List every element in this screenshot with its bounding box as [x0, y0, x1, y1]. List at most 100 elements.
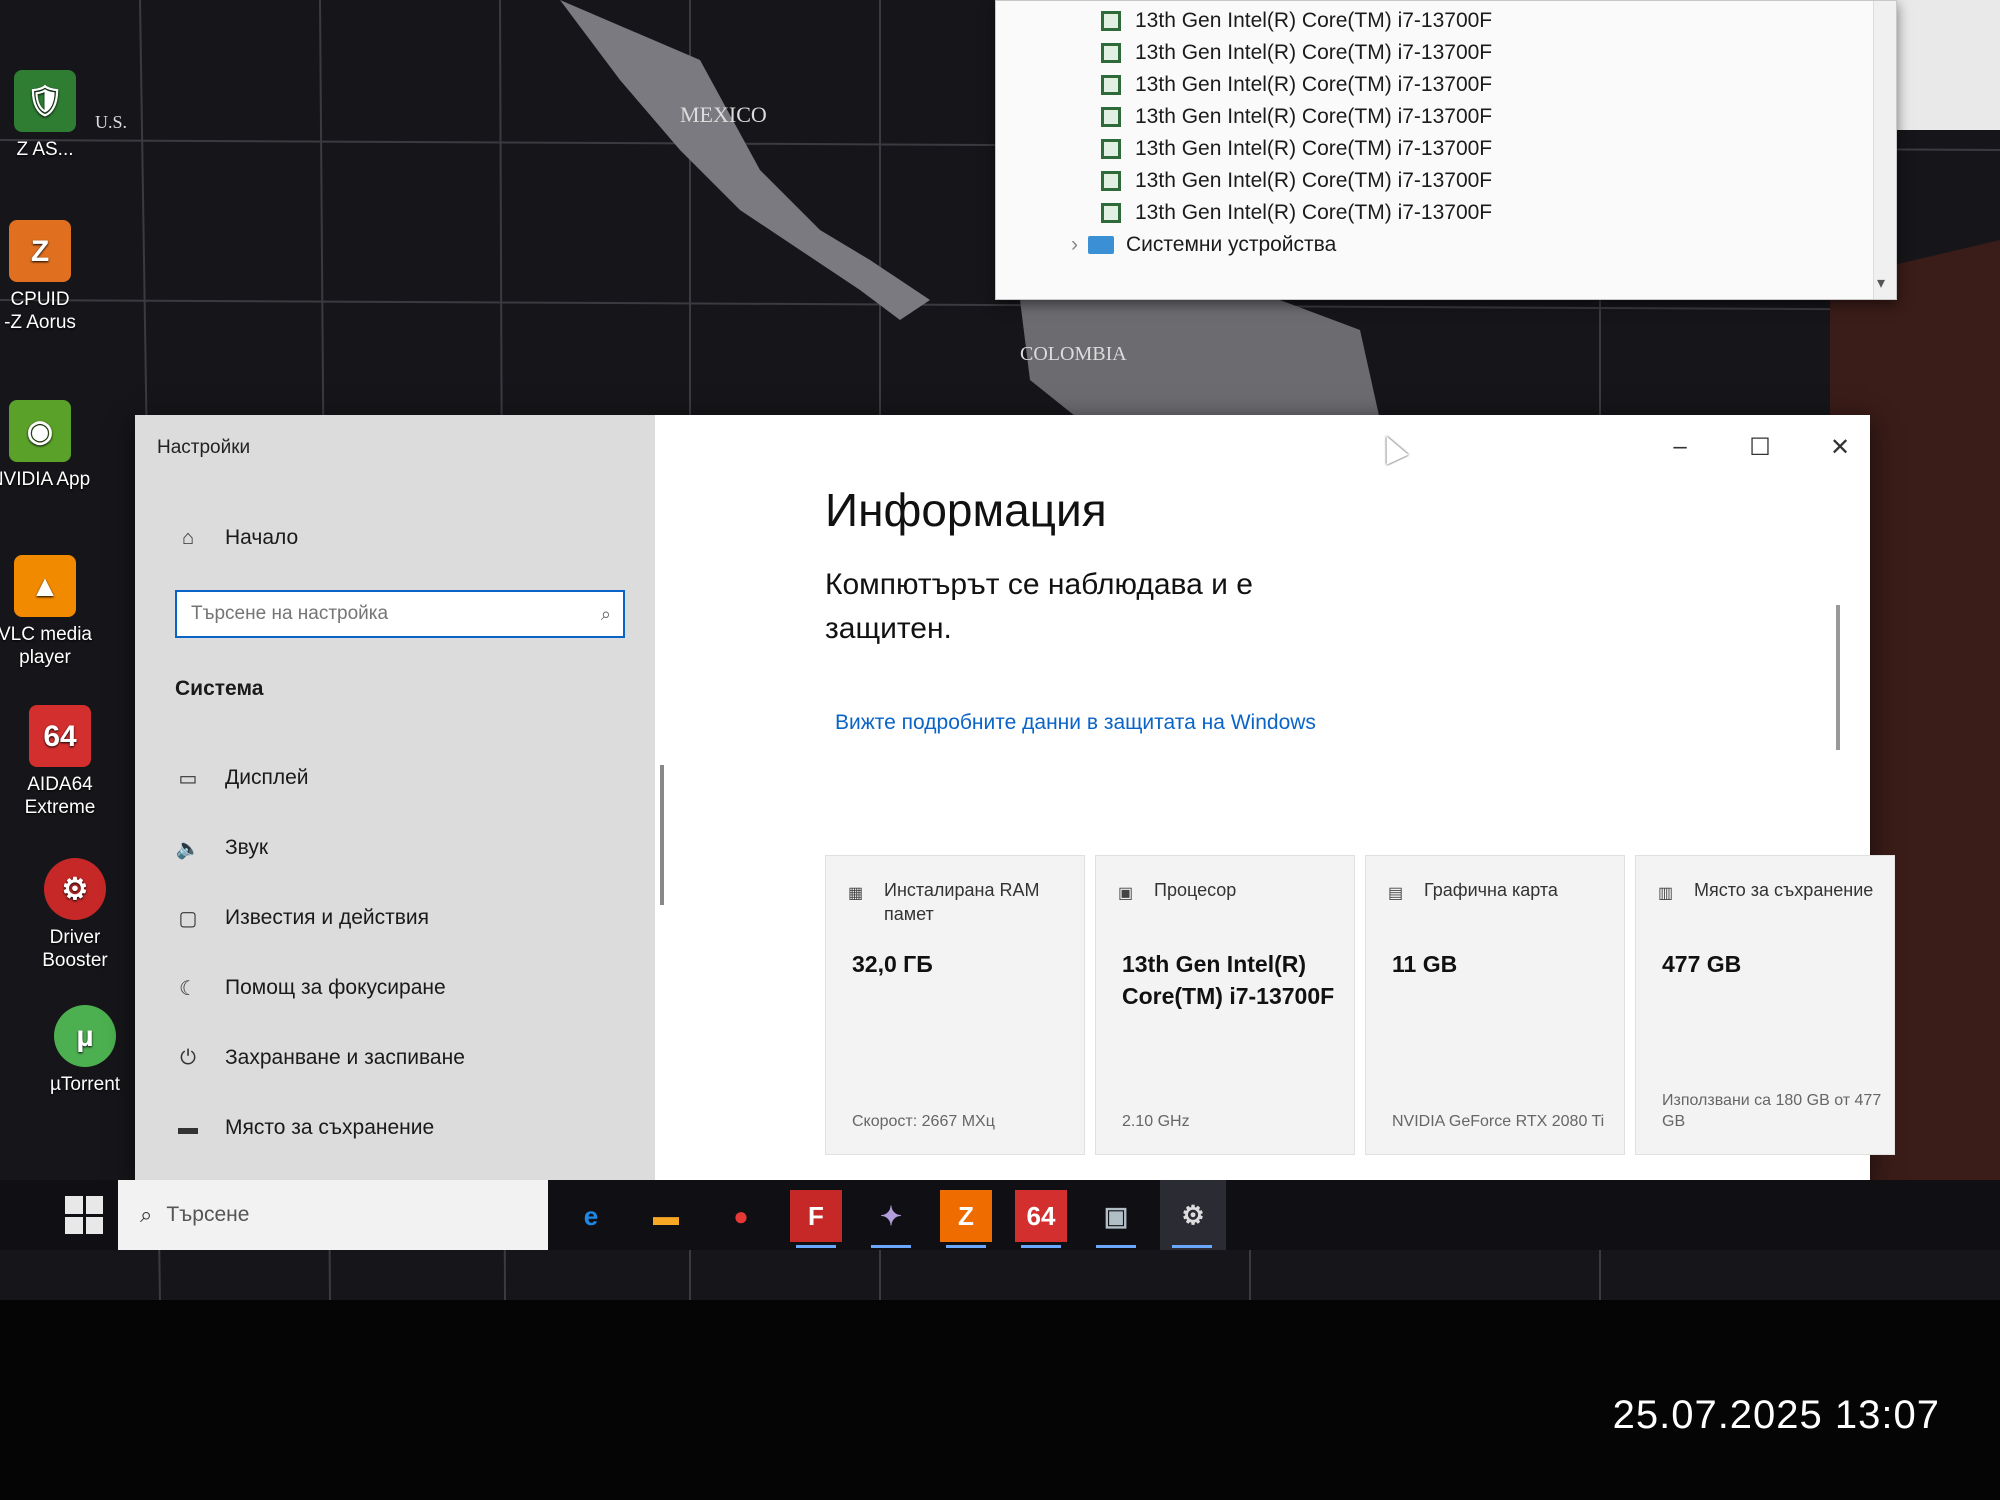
nav-item-label: Дисплей: [225, 766, 309, 789]
desktop-icon-nvidia[interactable]: ◉ NVIDIA App: [0, 400, 105, 491]
desktop-icon-label: CPUID -Z Aorus: [4, 289, 76, 333]
settings-search-input[interactable]: [177, 592, 585, 636]
device-manager-scrollbar[interactable]: ▾: [1873, 1, 1896, 299]
desktop-icon-label: Driver Booster: [42, 927, 108, 971]
processor-list: 13th Gen Intel(R) Core(TM) i7-13700F 13t…: [996, 1, 1896, 261]
nav-item-power[interactable]: ⏻ Захранване и заспиване: [175, 1045, 465, 1071]
home-icon: ⌂: [181, 526, 195, 549]
processor-icon: [1101, 107, 1121, 127]
desktop-icon-label: AIDA64 Extreme: [24, 774, 96, 818]
taskbar-app-furmark[interactable]: F: [790, 1190, 842, 1248]
taskbar-app-device-manager[interactable]: ▣: [1090, 1190, 1142, 1248]
speaker-icon: 🔈: [175, 837, 201, 860]
close-button[interactable]: ✕: [1810, 427, 1870, 467]
spec-card-processor: ▣ Процесор 13th Gen Intel(R) Core(TM) i7-…: [1095, 855, 1355, 1155]
taskbar: ⌕ Търсене e ▬ ● F ✦ Z 64 ▣ ⚙: [0, 1180, 2000, 1250]
device-group-system[interactable]: › Системни устройства: [1071, 229, 1896, 261]
spec-card-gpu: ▤ Графична карта 11 GB NVIDIA GeForce RTX…: [1365, 855, 1625, 1155]
spec-card-ram: ▦ Инсталирана RAM памет 32,0 ГБ Скорост: …: [825, 855, 1085, 1155]
spec-card-value: 477 GB: [1662, 951, 1742, 977]
ram-icon: ▦: [848, 885, 864, 902]
gear-icon: ⚙: [1181, 1199, 1205, 1230]
power-icon: ⏻: [180, 1046, 196, 1069]
nav-home-label: Начало: [225, 526, 299, 549]
protection-status-text: Компютърът се наблюдава и е защитен.: [825, 568, 1253, 645]
processor-item[interactable]: 13th Gen Intel(R) Core(TM) i7-13700F: [1101, 165, 1896, 197]
spec-card-footer: Използвани са 180 GB от 477 GB: [1662, 1092, 1882, 1130]
aida64-icon: 64: [1026, 1200, 1056, 1231]
settings-search[interactable]: ⌕: [175, 590, 625, 638]
display-icon: ▭: [178, 767, 198, 790]
spec-card-footer: NVIDIA GeForce RTX 2080 Ti: [1392, 1113, 1605, 1130]
aida64-icon: 64: [29, 705, 91, 767]
desktop-icon-driver-booster[interactable]: ⚙ Driver Booster: [10, 858, 140, 972]
nav-item-sound[interactable]: 🔈 Звук: [175, 835, 269, 861]
settings-main-pane: – ☐ ✕ Информация Компютърът се наблюдава…: [675, 415, 1895, 1180]
shield-icon: 🛡: [14, 70, 76, 132]
cpuid-icon: Z: [9, 220, 71, 282]
taskbar-search[interactable]: ⌕ Търсене: [118, 1180, 548, 1250]
spec-card-value: 13th Gen Intel(R) Core(TM) i7-13700F: [1122, 951, 1335, 1009]
desktop-icon-cpuid[interactable]: Z CPUID -Z Aorus: [0, 220, 105, 334]
processor-item[interactable]: 13th Gen Intel(R) Core(TM) i7-13700F: [1101, 101, 1896, 133]
spec-card-value: 32,0 ГБ: [852, 951, 933, 977]
nav-item-label: Захранване и заспиване: [225, 1046, 465, 1069]
desktop-icon-label: µTorrent: [49, 1074, 121, 1095]
section-label-system: Система: [175, 677, 264, 700]
monitor-screen: MEXICO COLOMBIA U.S. 🛡 Z AS... Z CPUID -…: [0, 0, 2000, 1300]
processor-icon: [1101, 171, 1121, 191]
taskbar-app-file-explorer[interactable]: ▬: [640, 1190, 692, 1242]
page-title: Информация: [825, 484, 1107, 536]
settings-sidebar: Настройки ⌂ Начало ⌕ Система ▭ Дисплей 🔈…: [135, 415, 655, 1180]
nav-item-label: Място за съхранение: [225, 1116, 435, 1139]
notification-icon: ▢: [178, 907, 198, 930]
processor-item[interactable]: 13th Gen Intel(R) Core(TM) i7-13700F: [1101, 5, 1896, 37]
minimize-button[interactable]: –: [1650, 427, 1710, 467]
spec-card-header: Процесор: [1154, 880, 1237, 900]
settings-window: Настройки ⌂ Начало ⌕ Система ▭ Дисплей 🔈…: [135, 415, 1895, 1180]
desktop-icon-security[interactable]: 🛡 Z AS...: [0, 70, 110, 161]
windows-security-link[interactable]: Вижте подробните данни в защитата на Win…: [835, 711, 1316, 735]
taskbar-app-aida64[interactable]: 64: [1015, 1190, 1067, 1248]
taskbar-app-game[interactable]: ✦: [865, 1190, 917, 1248]
taskbar-app-settings[interactable]: ⚙: [1160, 1180, 1226, 1250]
spec-card-header: Инсталирана RAM памет: [884, 880, 1040, 924]
spec-card-footer: 2.10 GHz: [1122, 1113, 1190, 1130]
edge-icon: e: [583, 1200, 599, 1231]
photo-timestamp: 25.07.2025 13:07: [1612, 1393, 1940, 1437]
gpu-icon: ▤: [1388, 885, 1404, 902]
processor-item[interactable]: 13th Gen Intel(R) Core(TM) i7-13700F: [1101, 37, 1896, 69]
cpuz-icon: Z: [958, 1200, 974, 1231]
desktop-icon-aida64[interactable]: 64 AIDA64 Extreme: [0, 705, 125, 819]
game-icon: ✦: [880, 1200, 902, 1231]
nav-item-label: Известия и действия: [225, 906, 429, 929]
desktop-icon-utorrent[interactable]: µ µTorrent: [20, 1005, 150, 1096]
vlc-cone-icon: ▲: [14, 555, 76, 617]
minimize-icon: –: [1673, 433, 1687, 460]
storage-icon: ▥: [1658, 885, 1674, 902]
desktop-icon-vlc[interactable]: ▲ VLC media player: [0, 555, 110, 669]
window-title: Настройки: [157, 437, 251, 458]
spec-card-storage: ▥ Място за съхранение 477 GB Използвани с…: [1635, 855, 1895, 1155]
processor-item[interactable]: 13th Gen Intel(R) Core(TM) i7-13700F: [1101, 197, 1896, 229]
spec-card-header: Графична карта: [1424, 880, 1558, 900]
chevron-down-icon[interactable]: ▾: [1877, 273, 1885, 293]
taskbar-app-edge[interactable]: e: [565, 1190, 617, 1242]
start-button[interactable]: [65, 1196, 103, 1234]
sidebar-scrollbar[interactable]: [660, 765, 664, 905]
main-scrollbar[interactable]: [1836, 605, 1840, 750]
chevron-right-icon[interactable]: ›: [1071, 233, 1078, 257]
nav-item-notifications[interactable]: ▢ Известия и действия: [175, 905, 429, 931]
spec-card-value: 11 GB: [1392, 951, 1458, 977]
processor-icon: [1101, 75, 1121, 95]
taskbar-app-chrome[interactable]: ●: [715, 1190, 767, 1242]
processor-item[interactable]: 13th Gen Intel(R) Core(TM) i7-13700F: [1101, 133, 1896, 165]
nav-item-focus-assist[interactable]: ☾ Помощ за фокусиране: [175, 975, 446, 1001]
nav-item-display[interactable]: ▭ Дисплей: [175, 765, 309, 791]
taskbar-app-cpuz[interactable]: Z: [940, 1190, 992, 1248]
nav-item-storage[interactable]: ▬ Място за съхранение: [175, 1115, 434, 1141]
nav-home[interactable]: ⌂ Начало: [175, 525, 298, 551]
maximize-button[interactable]: ☐: [1730, 427, 1790, 467]
nav-item-label: Звук: [225, 836, 269, 859]
processor-item[interactable]: 13th Gen Intel(R) Core(TM) i7-13700F: [1101, 69, 1896, 101]
